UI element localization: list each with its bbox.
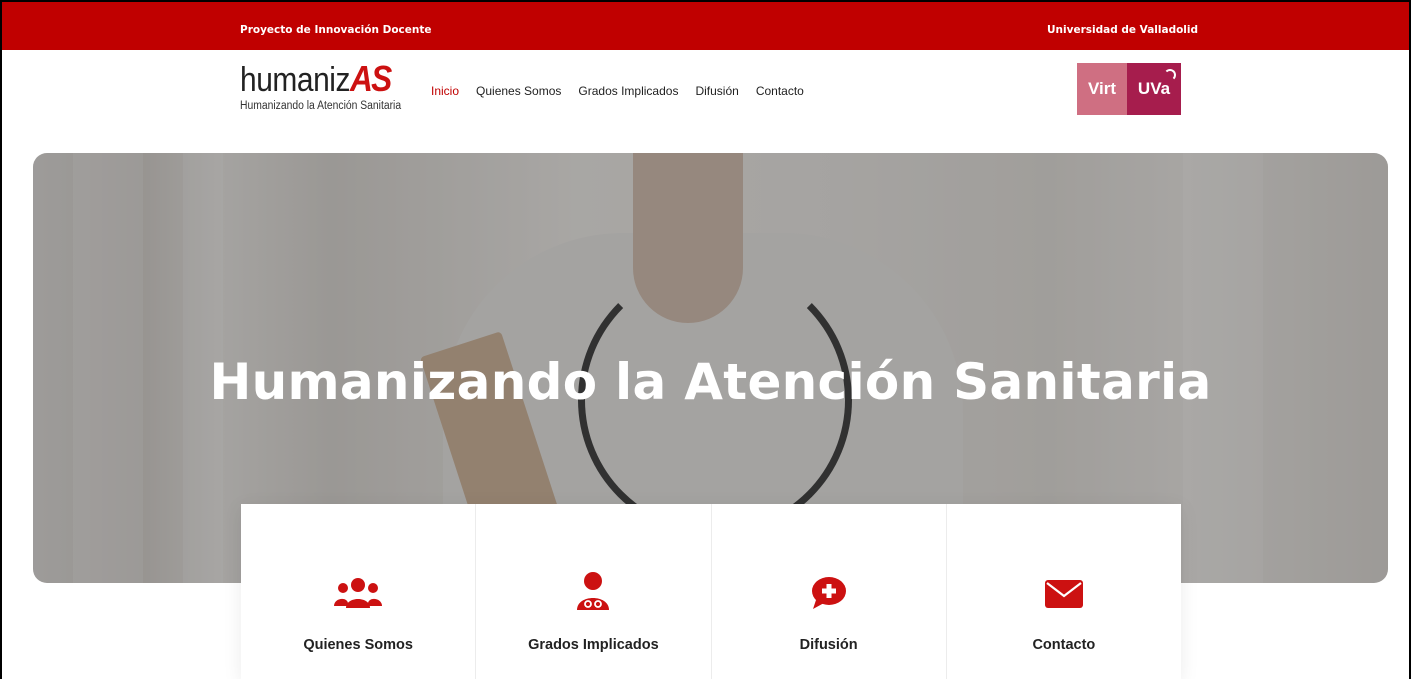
site-logo[interactable]: humanizAS Humanizando la Atención Sanita… [240,58,411,113]
hero-title: Humanizando la Atención Sanitaria [209,353,1212,411]
card-label: Quienes Somos [303,637,413,653]
card-difusion[interactable]: Difusión [712,504,947,679]
envelope-icon [1044,580,1083,613]
virtuva-logo[interactable]: Virt UVa [1077,63,1181,115]
top-bar: Proyecto de Innovación Docente Universid… [2,2,1409,50]
logo-wordmark: humanizAS [240,58,392,99]
nav-item-inicio[interactable]: Inicio [431,84,459,98]
doctor-icon [576,572,610,615]
card-label: Grados Implicados [528,637,659,653]
logo-subtitle: Humanizando la Atención Sanitaria [240,100,402,112]
medical-chat-icon [811,576,847,615]
card-label: Contacto [1032,637,1096,653]
users-group-icon [334,576,383,615]
feature-cards: Quienes Somos Grados Implicados Difusión [241,504,1181,679]
nav-item-contacto[interactable]: Contacto [756,84,804,98]
signal-icon [1164,69,1176,81]
card-quienes-somos[interactable]: Quienes Somos [241,504,477,679]
virtuva-logo-uva: UVa [1127,63,1181,115]
card-contacto[interactable]: Contacto [947,504,1181,679]
virtuva-logo-virt: Virt [1077,63,1127,115]
card-grados-implicados[interactable]: Grados Implicados [476,504,712,679]
card-label: Difusión [799,637,858,653]
project-label: Proyecto de Innovación Docente [240,24,432,36]
nav-item-grados-implicados[interactable]: Grados Implicados [578,84,678,98]
nav-item-difusion[interactable]: Difusión [695,84,738,98]
main-nav: Inicio Quienes Somos Grados Implicados D… [431,84,821,98]
nav-item-quienes-somos[interactable]: Quienes Somos [476,84,561,98]
university-link[interactable]: Universidad de Valladolid [1047,24,1198,36]
